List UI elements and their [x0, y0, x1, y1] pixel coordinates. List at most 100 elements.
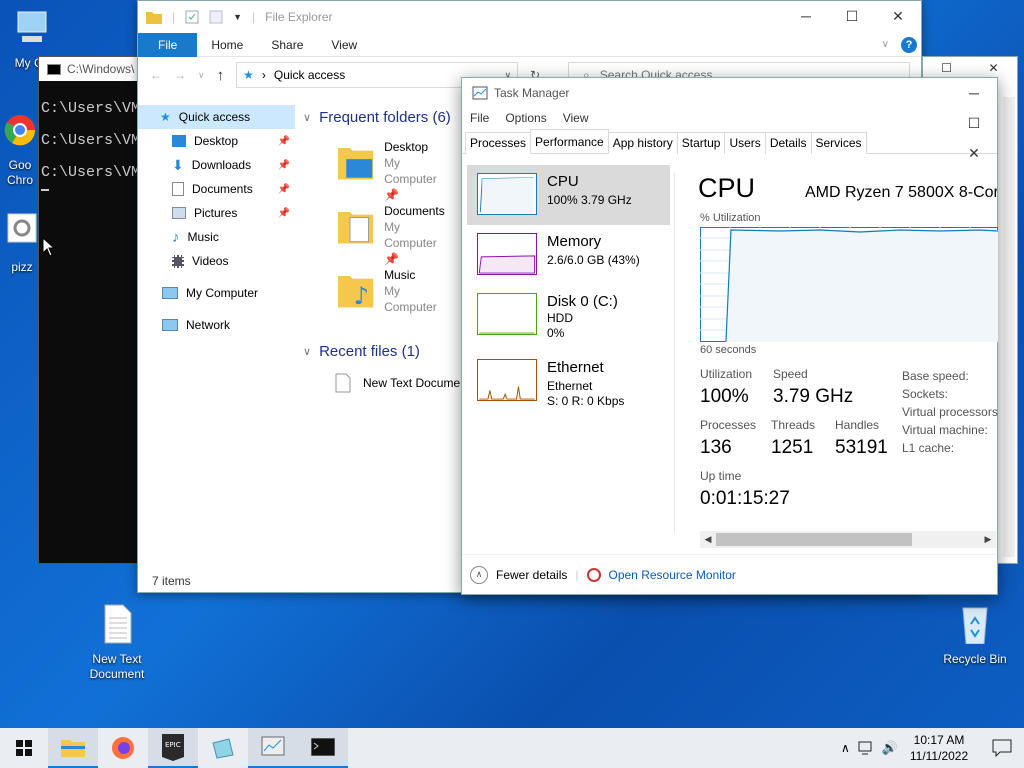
- cmd-title: C:\Windows\: [67, 62, 135, 76]
- nav-desktop[interactable]: Desktop 📌: [138, 129, 298, 153]
- speed-value: 3.79 GHz: [773, 386, 854, 407]
- separator: |: [575, 567, 579, 582]
- fewer-details-icon[interactable]: ∧: [470, 565, 488, 584]
- star-icon: ★: [243, 68, 254, 82]
- notifications-icon[interactable]: [992, 739, 1012, 757]
- folder-documents[interactable]: Documents My Computer 📌: [337, 203, 451, 267]
- nav-label: Music: [187, 230, 219, 244]
- forward-icon[interactable]: →: [174, 68, 186, 82]
- folder-music[interactable]: ♪ Music My Computer: [337, 267, 451, 315]
- taskbar-firefox[interactable]: [98, 728, 148, 768]
- nav-videos[interactable]: Videos: [138, 249, 298, 273]
- tab-details[interactable]: Details: [764, 132, 812, 154]
- ribbon-tab-home[interactable]: Home: [197, 33, 257, 57]
- close-button[interactable]: ✕: [970, 57, 1017, 79]
- maximize-button[interactable]: ☐: [829, 1, 875, 31]
- nav-quick-access[interactable]: ★ Quick access: [138, 105, 295, 129]
- svg-text:♪: ♪: [354, 282, 369, 310]
- close-button[interactable]: ✕: [875, 1, 921, 31]
- fewer-details-button[interactable]: Fewer details: [496, 568, 567, 582]
- menu-view[interactable]: View: [563, 111, 589, 125]
- perf-name: Ethernet: [547, 359, 604, 376]
- new-folder-icon[interactable]: [209, 10, 223, 24]
- perf-sub: HDD: [547, 311, 573, 325]
- section-title: Recent files (1): [319, 342, 420, 360]
- cpu-thumbnail-graph: [477, 173, 537, 215]
- task-manager-window[interactable]: Task Manager ─ ☐ ✕ File Options View Pro…: [461, 77, 998, 595]
- utilization-value: 100%: [700, 386, 749, 407]
- firefox-icon: [112, 737, 134, 759]
- processes-value: 136: [700, 437, 732, 458]
- tab-processes[interactable]: Processes: [465, 132, 532, 154]
- expand-ribbon-icon[interactable]: ∨: [882, 39, 889, 50]
- nav-downloads[interactable]: ⬇ Downloads 📌: [138, 153, 298, 177]
- up-icon[interactable]: ↑: [217, 67, 225, 84]
- perf-item-ethernet[interactable]: Ethernet Ethernet S: 0 R: 0 Kbps: [467, 351, 670, 411]
- explorer-window-controls: ─ ☐ ✕: [783, 1, 921, 31]
- taskbar-cmd[interactable]: [298, 728, 348, 768]
- tab-performance[interactable]: Performance: [530, 129, 609, 153]
- nav-documents[interactable]: Documents 📌: [138, 177, 298, 201]
- tab-services[interactable]: Services: [810, 132, 867, 154]
- network-icon[interactable]: [858, 741, 874, 755]
- nav-my-computer[interactable]: My Computer: [138, 281, 298, 305]
- scroll-right-icon[interactable]: ▶: [980, 534, 996, 545]
- virtual-machine-label: Virtual machine:: [902, 423, 988, 437]
- util-axis-label: % Utilization: [700, 212, 761, 224]
- horizontal-scrollbar[interactable]: ◀ ▶: [700, 531, 996, 548]
- taskbar-app[interactable]: [198, 728, 248, 768]
- desktop-icon-new-text-document[interactable]: New Text Document: [81, 604, 153, 682]
- scroll-left-icon[interactable]: ◀: [700, 534, 716, 545]
- recent-file-item[interactable]: New Text Docume: [335, 373, 460, 393]
- scrollbar[interactable]: [1003, 97, 1015, 557]
- nav-music[interactable]: ♪ Music: [138, 225, 298, 249]
- quick-access-dropdown-icon[interactable]: ▼: [233, 12, 242, 22]
- clock[interactable]: 10:17 AM 11/11/2022: [906, 732, 972, 764]
- perf-item-disk[interactable]: Disk 0 (C:) HDD 0%: [467, 285, 670, 345]
- perf-item-cpu[interactable]: CPU 100% 3.79 GHz: [467, 165, 670, 225]
- perf-item-memory[interactable]: Memory 2.6/6.0 GB (43%): [467, 225, 670, 285]
- nav-pictures[interactable]: Pictures 📌: [138, 201, 298, 225]
- nav-label: Videos: [192, 254, 229, 268]
- volume-icon[interactable]: 🔊: [882, 740, 898, 756]
- recent-locations-icon[interactable]: ∨: [198, 70, 205, 81]
- folder-desktop[interactable]: Desktop My Computer 📌: [337, 139, 451, 203]
- tab-startup[interactable]: Startup: [676, 132, 726, 154]
- chrome-icon: [4, 115, 36, 146]
- minimize-button[interactable]: ─: [783, 1, 829, 31]
- menu-options[interactable]: Options: [505, 111, 546, 125]
- ribbon-tab-view[interactable]: View: [317, 33, 371, 57]
- taskbar-file-explorer[interactable]: [48, 728, 98, 768]
- scrollbar-thumb[interactable]: [716, 533, 912, 546]
- desktop-folder-icon: [337, 148, 374, 180]
- tab-app-history[interactable]: App history: [607, 132, 678, 154]
- nav-label: Pictures: [194, 206, 238, 220]
- recent-files-header[interactable]: ∨ Recent files (1): [303, 339, 420, 363]
- frequent-folders-header[interactable]: ∨ Frequent folders (6): [303, 105, 451, 129]
- start-button[interactable]: [0, 728, 48, 768]
- help-icon[interactable]: ?: [901, 36, 917, 53]
- minimize-button[interactable]: ─: [951, 78, 997, 108]
- maximize-button[interactable]: ☐: [951, 108, 997, 138]
- perf-name: CPU: [547, 173, 579, 190]
- taskbar-task-manager[interactable]: [248, 728, 298, 768]
- pin-icon: 📌: [384, 188, 400, 202]
- properties-icon[interactable]: [185, 10, 199, 24]
- uptime-value: 0:01:15:27: [700, 488, 790, 509]
- desktop-icon-recycle-bin[interactable]: Recycle Bin: [939, 604, 1011, 667]
- tab-users[interactable]: Users: [724, 132, 766, 154]
- open-resource-monitor-link[interactable]: Open Resource Monitor: [609, 568, 736, 582]
- nav-network[interactable]: Network: [138, 313, 298, 337]
- maximize-button[interactable]: ☐: [923, 57, 970, 79]
- ribbon-tab-share[interactable]: Share: [257, 33, 317, 57]
- recent-file-name: New Text Docume: [363, 376, 461, 390]
- taskmgr-titlebar[interactable]: Task Manager ─ ☐ ✕: [462, 78, 997, 161]
- close-button[interactable]: ✕: [951, 138, 997, 168]
- ribbon-tab-file[interactable]: File: [138, 32, 198, 57]
- back-icon[interactable]: ←: [150, 68, 162, 82]
- documents-folder-icon: [337, 212, 374, 244]
- taskbar-epic-games[interactable]: EPIC: [148, 728, 198, 768]
- menu-file[interactable]: File: [470, 111, 489, 125]
- handles-label: Handles: [835, 418, 880, 432]
- tray-overflow-icon[interactable]: ∧: [841, 741, 850, 755]
